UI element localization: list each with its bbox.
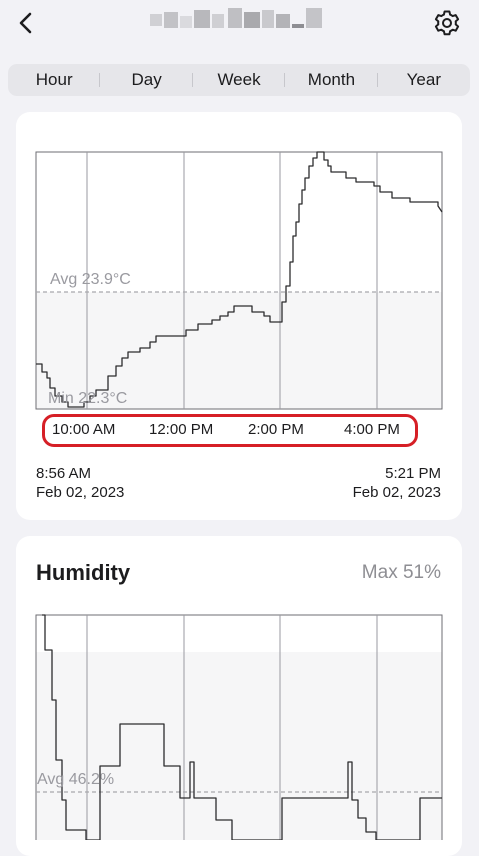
humidity-chart[interactable]: Avg 46.2%: [0, 0, 479, 840]
humidity-avg-label: Avg 46.2%: [37, 771, 114, 788]
humidity-shade: [36, 652, 442, 840]
